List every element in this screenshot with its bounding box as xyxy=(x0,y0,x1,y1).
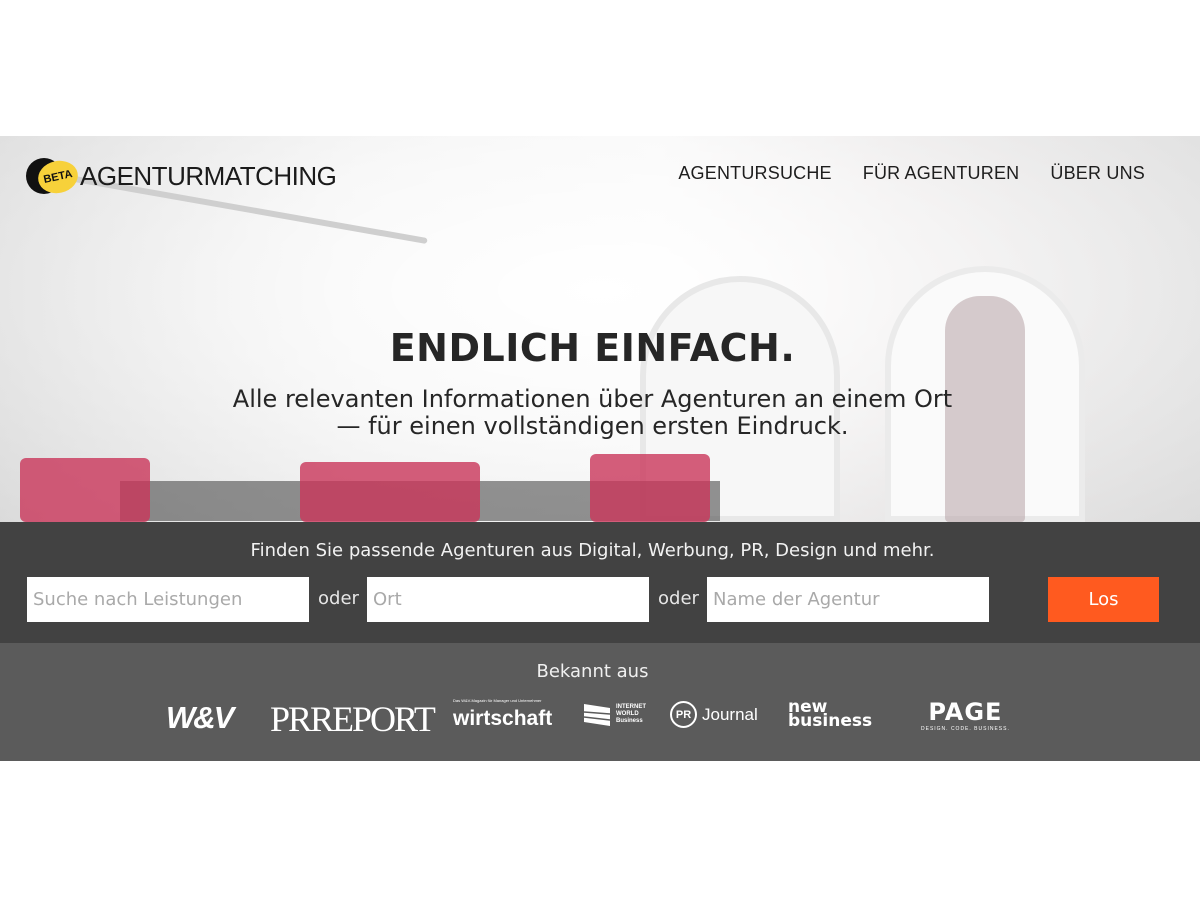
main-nav: AGENTURSUCHE FÜR AGENTUREN ÜBER UNS xyxy=(678,163,1145,184)
search-intro: Finden Sie passende Agenturen aus Digita… xyxy=(250,540,935,561)
nav-item-ueber-uns[interactable]: ÜBER UNS xyxy=(1050,163,1145,184)
internet-world-business-logo: INTERNET WORLD Business xyxy=(582,700,646,728)
brand-name: AGENTURMATCHING xyxy=(80,160,337,191)
wirtschaft-tagline: Das W&V-Magazin für Manager und Unterneh… xyxy=(453,698,542,703)
hero-headline: ENDLICH EINFACH. xyxy=(389,326,796,370)
wirtschaft-logo: Das W&V-Magazin für Manager und Unterneh… xyxy=(453,698,553,731)
press-section: Bekannt aus W&V PRREPORT Das W&V-Magazin… xyxy=(0,643,1200,761)
nav-item-agentursuche[interactable]: AGENTURSUCHE xyxy=(678,163,831,184)
page-logo: PAGE DESIGN. CODE. BUSINESS. xyxy=(921,698,1010,732)
iwb-line-1: INTERNET xyxy=(616,703,646,710)
search-submit-button[interactable]: Los xyxy=(1048,577,1159,622)
iwb-line-2: WORLD xyxy=(616,710,639,717)
new-business-logo: new business xyxy=(788,699,873,731)
press-label: Bekannt aus xyxy=(536,661,649,682)
brand-logo[interactable]: BETA AGENTURMATCHING xyxy=(26,156,337,197)
hero-subline: Alle relevanten Informationen über Agent… xyxy=(0,386,1185,440)
or-label: oder xyxy=(318,588,359,609)
pr-circle-icon: PR xyxy=(670,701,697,728)
press-logos: W&V PRREPORT Das W&V-Magazin für Manager… xyxy=(0,698,1200,739)
chair xyxy=(590,454,710,522)
page-wordmark: PAGE xyxy=(928,698,1003,726)
or-label: oder xyxy=(658,588,699,609)
location-input[interactable] xyxy=(367,577,649,622)
wirtschaft-wordmark: wirtschaft xyxy=(453,707,553,730)
beta-badge-icon: BETA xyxy=(26,157,81,197)
wv-logo: W&V xyxy=(166,700,234,735)
hero-subline-line-2: — für einen vollständigen ersten Eindruc… xyxy=(336,412,849,440)
iwb-cube-icon xyxy=(583,704,611,726)
services-search-input[interactable] xyxy=(27,577,309,622)
nb-line-2: business xyxy=(788,711,873,731)
hero-subline-line-1: Alle relevanten Informationen über Agent… xyxy=(232,385,953,413)
pr-journal-logo: PR Journal xyxy=(670,701,758,728)
agency-name-input[interactable] xyxy=(707,577,989,622)
prreport-logo: PRREPORT xyxy=(270,699,436,739)
search-bar: Finden Sie passende Agenturen aus Digita… xyxy=(0,522,1200,643)
chair xyxy=(20,458,150,522)
journal-wordmark: Journal xyxy=(702,704,758,724)
nav-item-fuer-agenturen[interactable]: FÜR AGENTUREN xyxy=(863,163,1020,184)
iwb-line-3: Business xyxy=(616,717,643,724)
chair xyxy=(300,462,480,522)
page-tagline: DESIGN. CODE. BUSINESS. xyxy=(921,726,1010,732)
